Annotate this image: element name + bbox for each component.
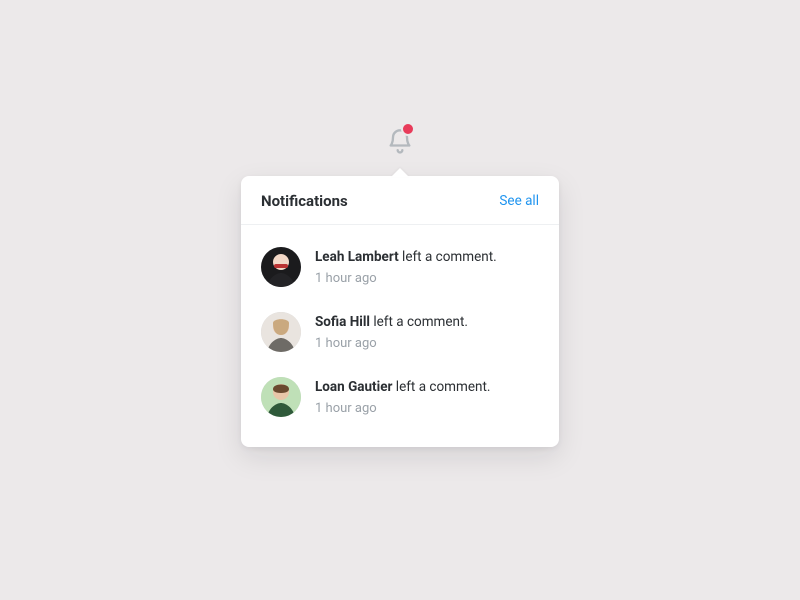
notification-time: 1 hour ago [315,335,468,353]
notification-text: Leah Lambert left a comment. 1 hour ago [315,247,497,288]
notification-item[interactable]: Loan Gautier left a comment. 1 hour ago [261,365,539,430]
avatar [261,247,301,287]
avatar [261,377,301,417]
notification-user: Loan Gautier [315,379,392,395]
notification-action: left a comment. [396,379,491,395]
notifications-panel-header: Notifications See all [241,176,559,225]
panel-title: Notifications [261,192,348,210]
notification-time: 1 hour ago [315,400,490,418]
notification-text: Sofia Hill left a comment. 1 hour ago [315,312,468,353]
notification-item[interactable]: Sofia Hill left a comment. 1 hour ago [261,300,539,365]
notification-user: Sofia Hill [315,314,370,330]
notifications-list: Leah Lambert left a comment. 1 hour ago [241,225,559,447]
avatar-image-icon [261,247,301,287]
notification-user: Leah Lambert [315,249,399,265]
notification-text: Loan Gautier left a comment. 1 hour ago [315,377,490,418]
unread-dot-icon [401,122,415,136]
avatar-image-icon [261,377,301,417]
stage: Notifications See all Leah Lambert [0,0,800,600]
notification-line: Leah Lambert left a comment. [315,248,497,266]
notification-line: Loan Gautier left a comment. [315,378,490,396]
notifications-panel: Notifications See all Leah Lambert [241,176,559,447]
notification-action: left a comment. [373,314,468,330]
see-all-link[interactable]: See all [499,193,539,209]
notification-time: 1 hour ago [315,270,497,288]
notifications-bell-button[interactable] [380,122,420,162]
notification-line: Sofia Hill left a comment. [315,313,468,331]
avatar [261,312,301,352]
notification-item[interactable]: Leah Lambert left a comment. 1 hour ago [261,235,539,300]
avatar-image-icon [261,312,301,352]
notification-action: left a comment. [402,249,497,265]
